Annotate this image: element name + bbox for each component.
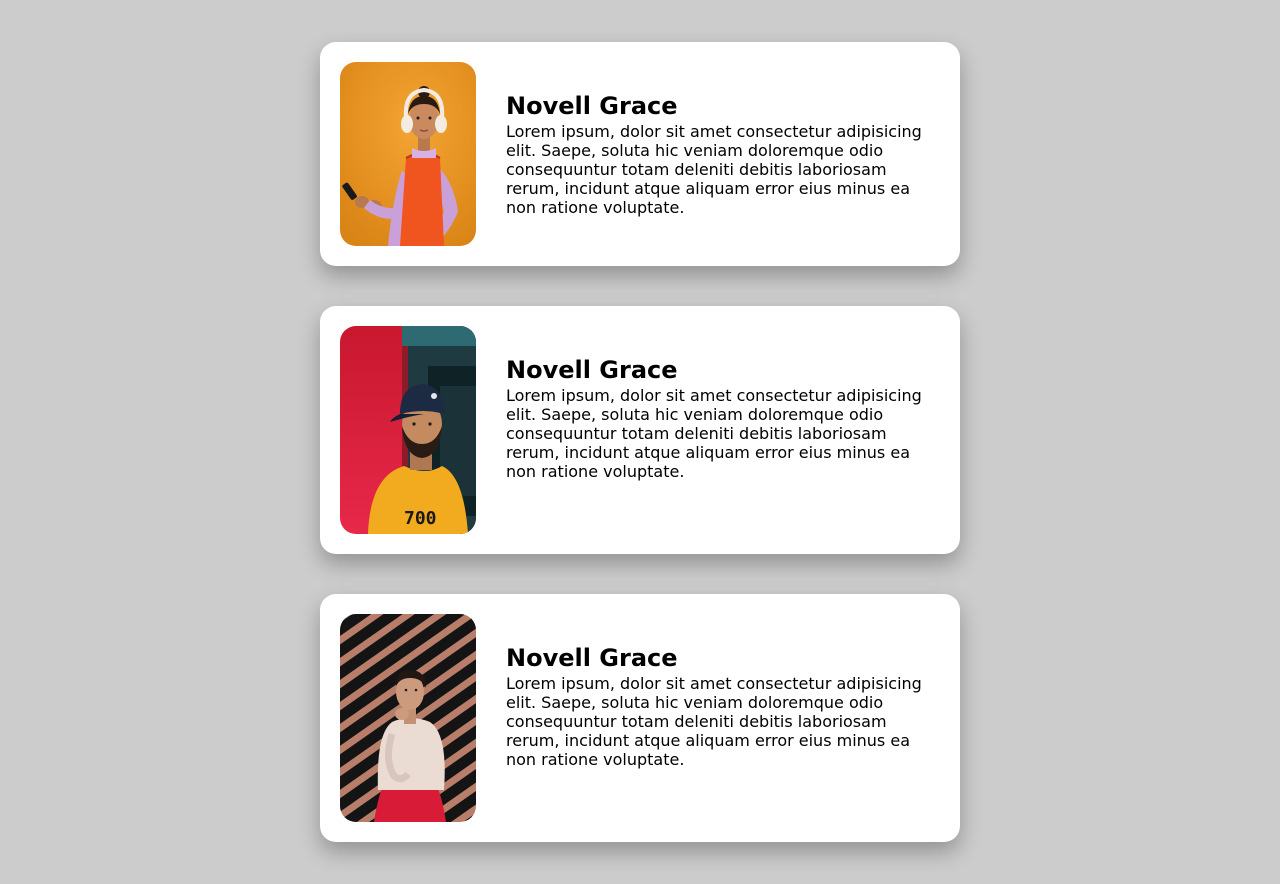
profile-bio: Lorem ipsum, dolor sit amet consectetur … [506, 122, 922, 217]
profile-name: Novell Grace [506, 92, 678, 120]
woman-striped-wall-photo [340, 614, 476, 822]
svg-text:700: 700 [404, 508, 437, 529]
profile-text: Novell Grace Lorem ipsum, dolor sit amet… [506, 354, 926, 481]
profile-card: Novell Grace Lorem ipsum, dolor sit amet… [320, 594, 960, 842]
man-with-cap-photo: 700 [340, 326, 476, 534]
woman-with-headphones-photo [340, 62, 476, 246]
profile-name: Novell Grace [506, 356, 678, 384]
profile-text: Novell Grace Lorem ipsum, dolor sit amet… [506, 642, 926, 769]
profile-card: 700 Novell Grace Lorem ipsum, dolor sit … [320, 306, 960, 554]
profile-photo: 700 [340, 326, 476, 534]
profile-bio: Lorem ipsum, dolor sit amet consectetur … [506, 674, 922, 769]
profile-card: Novell Grace Lorem ipsum, dolor sit amet… [320, 42, 960, 266]
profile-photo [340, 62, 476, 246]
profile-photo [340, 614, 476, 822]
profile-text: Novell Grace Lorem ipsum, dolor sit amet… [506, 90, 926, 217]
profile-name: Novell Grace [506, 644, 678, 672]
profile-bio: Lorem ipsum, dolor sit amet consectetur … [506, 386, 922, 481]
